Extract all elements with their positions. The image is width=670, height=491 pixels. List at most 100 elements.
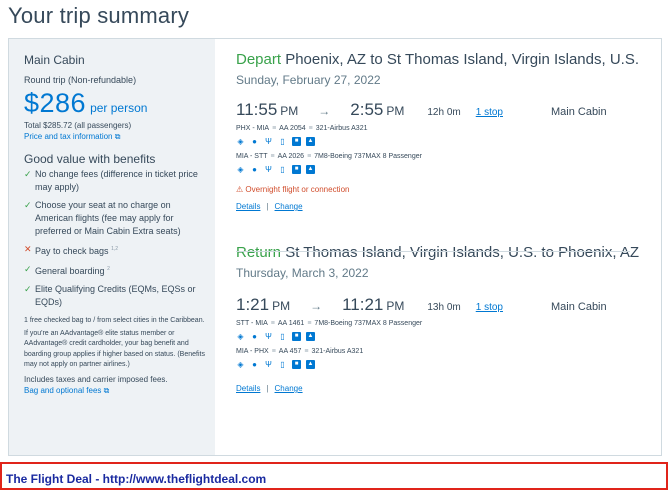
watermark-banner: The Flight Deal - http://www.theflightde… bbox=[0, 462, 668, 490]
separator: | bbox=[266, 384, 269, 393]
arrow-right-icon: → bbox=[318, 104, 331, 118]
phone-icon: ▯ bbox=[280, 360, 285, 369]
depart-change-link[interactable]: Change bbox=[275, 202, 303, 211]
external-link-icon: ⧉ bbox=[103, 385, 110, 395]
separator-dot: ≡ bbox=[304, 348, 309, 355]
separator-dot: ≡ bbox=[308, 125, 313, 132]
return-route: St Thomas Island, Virgin Islands, U.S. t… bbox=[285, 244, 639, 261]
bag-fees-label: Bag and optional fees bbox=[24, 385, 102, 395]
taxes-note: Includes taxes and carrier imposed fees. bbox=[24, 374, 168, 384]
segment-flight: AA 2054 bbox=[279, 125, 306, 132]
depart-dep-time: 11:55 bbox=[236, 100, 278, 119]
phone-icon: ▯ bbox=[280, 332, 285, 341]
footnote-ref: 2 bbox=[107, 266, 110, 272]
separator-dot: ≡ bbox=[270, 153, 275, 160]
ampm: PM bbox=[386, 299, 405, 313]
return-dep-time: 1:21 bbox=[236, 295, 270, 314]
return-stops-link[interactable]: 1 stop bbox=[476, 302, 503, 313]
check-icon: ✓ bbox=[24, 264, 32, 274]
external-link-icon: ⧉ bbox=[114, 132, 121, 141]
food-icon: ▲ bbox=[306, 332, 315, 341]
price-amount: $286 bbox=[24, 88, 87, 118]
return-arr-time: 11:21 bbox=[342, 295, 384, 314]
depart-details-link[interactable]: Details bbox=[236, 202, 260, 211]
depart-links: Details | Change bbox=[236, 202, 661, 211]
itinerary-panel: Depart Phoenix, AZ to St Thomas Island, … bbox=[215, 39, 661, 455]
page-title: Your trip summary bbox=[8, 3, 190, 28]
benefit-item: ✓ Choose your seat at no charge on Americ… bbox=[24, 199, 210, 238]
ampm: PM bbox=[386, 104, 405, 118]
depart-heading: Depart Phoenix, AZ to St Thomas Island, … bbox=[236, 51, 661, 68]
power-icon: ● bbox=[252, 360, 257, 369]
amenities-row: ◈ ● Ψ ▯ ■ ▲ bbox=[236, 359, 661, 370]
separator-dot: ≡ bbox=[272, 125, 277, 132]
segment-flight: AA 457 bbox=[278, 348, 302, 355]
footnote-1: 1 free checked bag to / from select citi… bbox=[24, 317, 205, 324]
divider bbox=[236, 251, 630, 252]
segment-info: PHX - MIA ≡ AA 2054 ≡ 321-Airbus A321 bbox=[236, 125, 661, 132]
entertainment-icon: ■ bbox=[292, 360, 301, 369]
return-cabin: Main Cabin bbox=[550, 301, 607, 313]
overnight-warning: ⚠ Overnight flight or connection bbox=[236, 185, 661, 194]
usb-icon: Ψ bbox=[265, 165, 272, 174]
wifi-icon: ◈ bbox=[237, 165, 244, 174]
segment-info: MIA - PHX ≡ AA 457 ≡ 321-Airbus A321 bbox=[236, 348, 661, 355]
arrow-right-icon: → bbox=[310, 299, 323, 313]
return-links: Details | Change bbox=[236, 384, 661, 393]
wifi-icon: ◈ bbox=[237, 332, 244, 341]
benefits-list: ✓ No change fees (difference in ticket pr… bbox=[24, 168, 210, 309]
trip-summary-card: Main Cabin Round trip (Non-refundable) $… bbox=[8, 38, 662, 456]
footnote-2: If you're an AAdvantage® elite status me… bbox=[24, 329, 205, 369]
benefit-text: General boarding bbox=[35, 266, 105, 276]
warning-icon: ⚠ bbox=[236, 185, 244, 194]
separator-dot: ≡ bbox=[307, 320, 312, 327]
usb-icon: Ψ bbox=[265, 360, 272, 369]
benefit-text: Pay to check bags bbox=[35, 246, 109, 256]
segment-aircraft: 321-Airbus A321 bbox=[315, 125, 368, 132]
return-times: 1:21 PM → 11:21 PM 13h 0m 1 stop Main Cabi… bbox=[236, 295, 661, 317]
food-icon: ▲ bbox=[306, 137, 315, 146]
amenities-row: ◈ ● Ψ ▯ ■ ▲ bbox=[236, 136, 661, 147]
power-icon: ● bbox=[252, 332, 257, 341]
entertainment-icon: ■ bbox=[292, 332, 301, 341]
phone-icon: ▯ bbox=[280, 137, 285, 146]
benefit-text: No change fees (difference in ticket pri… bbox=[35, 169, 198, 192]
depart-times: 11:55 PM → 2:55 PM 12h 0m 1 stop Main Cabi… bbox=[236, 100, 661, 122]
food-icon: ▲ bbox=[306, 360, 315, 369]
overnight-warning-text: Overnight flight or connection bbox=[245, 185, 350, 194]
check-icon: ✓ bbox=[24, 169, 32, 179]
benefits-title: Good value with benefits bbox=[24, 152, 156, 166]
segment-route: STT - MIA bbox=[236, 320, 268, 327]
benefit-item: ✓ Elite Qualifying Credits (EQMs, EQSs or… bbox=[24, 283, 210, 309]
depart-stops-link[interactable]: 1 stop bbox=[476, 107, 503, 118]
food-icon: ▲ bbox=[306, 165, 315, 174]
segment-route: MIA - STT bbox=[236, 153, 268, 160]
usb-icon: Ψ bbox=[265, 332, 272, 341]
depart-date: Sunday, February 27, 2022 bbox=[236, 73, 381, 87]
separator-dot: ≡ bbox=[307, 153, 312, 160]
footnote-ref: 1,2 bbox=[111, 246, 119, 252]
segment-aircraft: 7M8-Boeing 737MAX 8 Passenger bbox=[314, 153, 422, 160]
segment-info: MIA - STT ≡ AA 2026 ≡ 7M8-Boeing 737MAX 8 Pa… bbox=[236, 153, 661, 160]
return-date: Thursday, March 3, 2022 bbox=[236, 266, 369, 280]
price-tax-info-link[interactable]: Price and tax information ⧉ bbox=[24, 132, 215, 142]
amenities-row: ◈ ● Ψ ▯ ■ ▲ bbox=[236, 331, 661, 342]
separator: | bbox=[266, 202, 269, 211]
total-price: Total $285.72 (all passengers) bbox=[24, 121, 132, 130]
per-person-label: per person bbox=[90, 101, 148, 115]
segment-flight: AA 1461 bbox=[277, 320, 305, 327]
entertainment-icon: ■ bbox=[292, 165, 301, 174]
segment-route: MIA - PHX bbox=[236, 348, 269, 355]
return-details-link[interactable]: Details bbox=[236, 384, 260, 393]
segment-flight: AA 2026 bbox=[277, 153, 305, 160]
check-icon: ✓ bbox=[24, 200, 32, 210]
separator-dot: ≡ bbox=[271, 348, 276, 355]
return-change-link[interactable]: Change bbox=[275, 384, 303, 393]
amenities-row: ◈ ● Ψ ▯ ■ ▲ bbox=[236, 164, 661, 175]
bag-fees-link[interactable]: Bag and optional fees ⧉ bbox=[24, 386, 215, 396]
footnotes: 1 free checked bag to / from select citi… bbox=[24, 316, 206, 371]
segment-info: STT - MIA ≡ AA 1461 ≡ 7M8-Boeing 737MAX 8 Pa… bbox=[236, 320, 661, 327]
segment-aircraft: 321-Airbus A321 bbox=[311, 348, 364, 355]
return-heading: Return St Thomas Island, Virgin Islands,… bbox=[236, 244, 661, 261]
fare-cabin: Main Cabin bbox=[24, 53, 85, 67]
